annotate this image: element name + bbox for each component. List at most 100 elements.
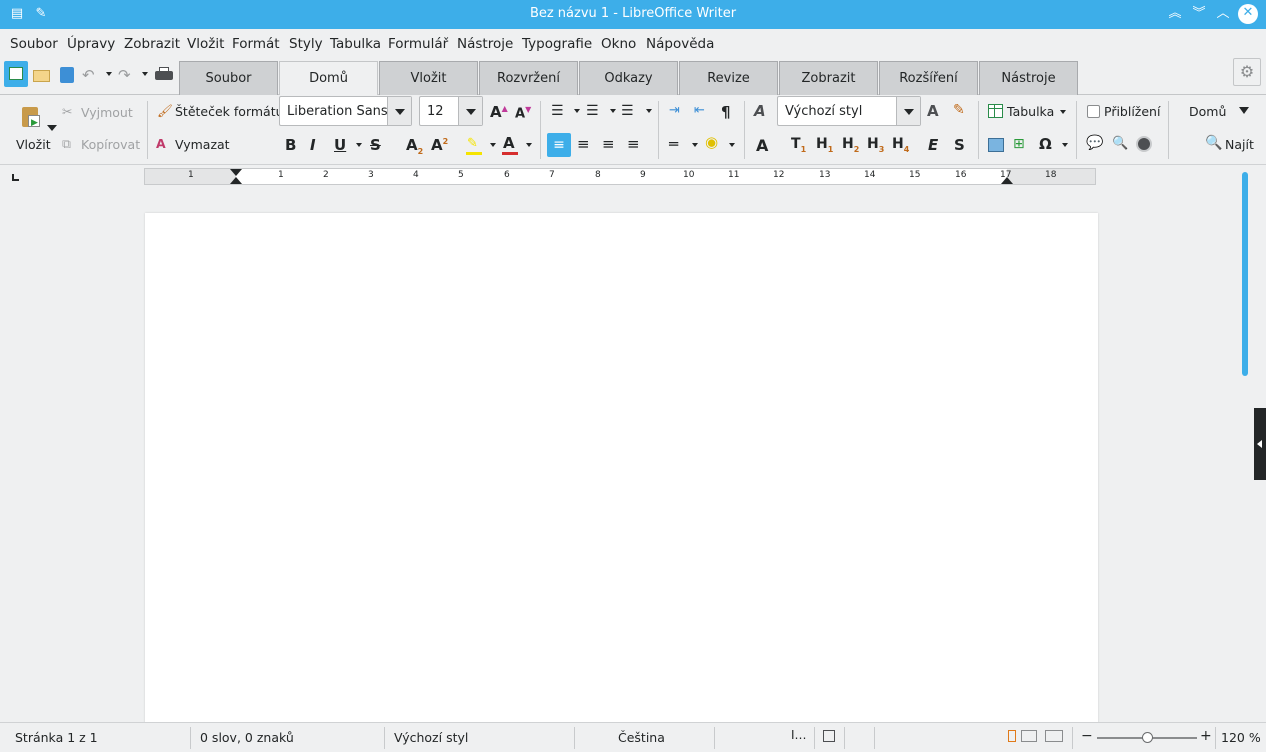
styles-icon[interactable]: A [754,102,766,120]
table-icon[interactable] [988,104,1003,118]
font-name-combo[interactable]: Liberation Sans [279,96,412,126]
paragraph-style-combo[interactable]: Výchozí styl [777,96,921,126]
zoom-checkbox[interactable] [1087,105,1100,118]
menu-upravy[interactable]: Úpravy [67,36,115,52]
font-color-icon[interactable]: A [503,134,515,152]
clear-formatting-icon[interactable]: A [156,136,166,151]
tab-rozvrzeni[interactable]: Rozvržení [479,61,578,95]
menu-napoveda[interactable]: Nápověda [646,36,714,52]
insert-mode-icon[interactable]: I… [791,728,807,742]
bullet-list-dropdown-icon[interactable] [574,109,580,113]
font-name-dropdown-icon[interactable] [387,97,411,125]
line-spacing-dropdown-icon[interactable] [692,143,698,147]
heading2-style-icon[interactable]: H2 [842,136,859,154]
print-icon[interactable] [154,66,174,84]
align-left-icon[interactable]: ≡ [547,133,571,157]
tab-vlozit[interactable]: Vložit [379,61,478,95]
special-character-icon[interactable]: Ω [1039,135,1052,153]
table-button[interactable]: Tabulka [1007,104,1054,119]
clone-formatting-button[interactable]: Štěteček formátu [175,104,284,119]
save-icon[interactable] [58,66,78,84]
heading1-style-icon[interactable]: H1 [816,136,833,154]
special-character-dropdown-icon[interactable] [1062,143,1068,147]
word-count[interactable]: 0 slov, 0 znaků [200,730,294,745]
heading3-style-icon[interactable]: H3 [867,136,884,154]
strong-style-icon[interactable]: S [954,136,965,154]
horizontal-ruler[interactable]: 1 1 2 3 4 5 6 7 8 9 10 11 12 13 14 15 16… [144,168,1096,185]
tab-revize[interactable]: Revize [679,61,778,95]
menu-tabulka[interactable]: Tabulka [330,36,381,52]
menu-soubor[interactable]: Soubor [10,36,58,52]
numbered-list-icon[interactable]: ☰ [586,103,599,119]
menu-format[interactable]: Formát [232,36,280,52]
tab-nastroje[interactable]: Nástroje [979,61,1078,95]
document-modified-icon[interactable] [823,730,835,742]
italic-icon[interactable]: I [310,136,316,154]
align-right-icon[interactable]: ≡ [602,135,615,153]
redo-dropdown-icon[interactable] [142,72,148,76]
align-center-icon[interactable]: ≡ [577,135,590,153]
underline-dropdown-icon[interactable] [356,143,362,147]
first-line-indent-marker[interactable] [230,169,242,176]
navigator-icon[interactable] [1136,136,1152,152]
vertical-scrollbar[interactable] [1242,172,1248,376]
menu-zobrazit[interactable]: Zobrazit [124,36,180,52]
align-justify-icon[interactable]: ≡ [627,135,640,153]
find-button[interactable]: Najít [1225,137,1254,152]
heading4-style-icon[interactable]: H4 [892,136,909,154]
menu-vlozit[interactable]: Vložit [187,36,224,52]
undo-dropdown-icon[interactable] [106,72,112,76]
paste-icon[interactable]: ▶ [20,105,42,129]
underline-icon[interactable]: U [334,136,346,154]
highlight-color-icon[interactable]: ✎ [467,136,478,151]
paste-dropdown-icon[interactable] [47,125,57,131]
default-char-style-icon[interactable]: A [756,136,768,155]
outline-list-icon[interactable]: ☰ [621,103,634,119]
right-indent-marker[interactable] [1001,177,1013,184]
grow-font-icon[interactable]: A▲ [490,103,508,121]
tab-zobrazit[interactable]: Zobrazit [779,61,878,95]
clear-formatting-button[interactable]: Vymazat [175,137,230,152]
page-style[interactable]: Výchozí styl [394,730,468,745]
new-style-icon[interactable]: ✎ [953,102,965,118]
zoom-in-icon[interactable]: + [1200,728,1212,744]
clone-formatting-icon[interactable]: 🖌 [157,103,173,119]
paragraph-style-dropdown-icon[interactable] [896,97,920,125]
redo-icon[interactable]: ↷ [118,66,138,84]
zoom-level[interactable]: 120 % [1221,730,1261,745]
shrink-font-icon[interactable]: A▼ [515,105,531,121]
increase-indent-icon[interactable]: ⇥ [669,103,680,118]
bullet-list-icon[interactable]: ☰ [551,103,564,119]
sidebar-toggle[interactable] [1254,408,1266,480]
insert-chart-icon[interactable]: ⊞ [1013,136,1025,152]
find-icon[interactable]: 🔍 [1205,135,1222,151]
table-dropdown-icon[interactable] [1060,110,1066,114]
copy-button[interactable]: Kopírovat [81,137,140,152]
formatting-marks-icon[interactable]: ¶ [721,103,731,121]
menu-nastroje[interactable]: Nástroje [457,36,513,52]
font-size-dropdown-icon[interactable] [458,97,482,125]
open-icon[interactable] [32,66,52,84]
multi-page-view-icon[interactable] [1021,730,1037,742]
tab-stop-selector[interactable] [12,174,19,181]
cut-button[interactable]: Vyjmout [81,105,133,120]
title-style-icon[interactable]: T1 [791,136,806,154]
document-page[interactable] [145,213,1098,733]
zoom-icon[interactable]: 🔍 [1112,136,1128,151]
tab-odkazy[interactable]: Odkazy [579,61,678,95]
left-indent-marker[interactable] [230,177,242,184]
cut-icon[interactable]: ✂ [62,104,72,119]
minimize-icon[interactable]: ︾ [1190,5,1208,23]
tab-selector-dropdown-icon[interactable] [1239,107,1249,114]
highlight-dropdown-icon[interactable] [490,143,496,147]
tab-selector[interactable]: Domů [1189,104,1226,119]
numbered-list-dropdown-icon[interactable] [610,109,616,113]
strikethrough-icon[interactable]: S [370,136,381,154]
language[interactable]: Čeština [618,730,665,745]
single-page-view-icon[interactable] [1008,730,1016,742]
superscript-icon[interactable]: A2 [431,136,448,154]
maximize-icon[interactable]: ︿ [1214,5,1232,23]
menu-formular[interactable]: Formulář [388,36,448,52]
menu-typografie[interactable]: Typografie [522,36,592,52]
undo-icon[interactable]: ↶ [82,66,102,84]
